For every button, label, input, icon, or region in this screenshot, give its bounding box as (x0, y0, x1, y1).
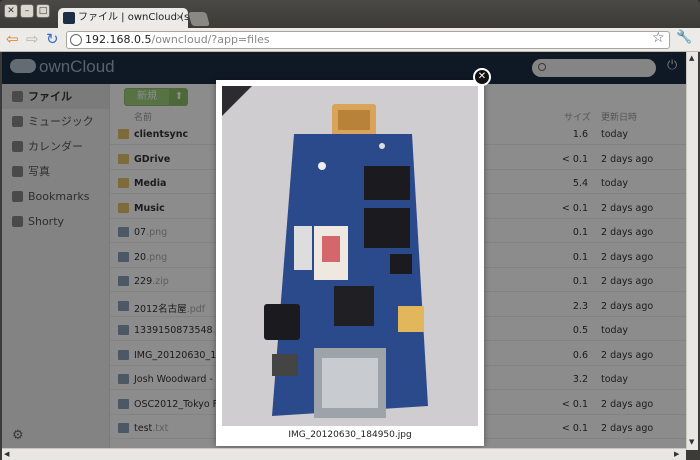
tab-title: ファイル | ownCloud (shibat (78, 12, 188, 23)
minimize-window-icon[interactable]: – (20, 4, 34, 18)
browser-toolbar: ⇦ ⇨ ↻ 192.168.0.5/owncloud/?app=files (0, 28, 700, 52)
globe-icon (70, 34, 82, 46)
address-bar[interactable]: 192.168.0.5/owncloud/?app=files (66, 31, 670, 49)
scroll-down-icon[interactable]: ▼ (689, 438, 694, 446)
owncloud-favicon-icon (63, 12, 75, 24)
tab-close-icon[interactable]: × (176, 8, 184, 28)
vertical-scrollbar[interactable]: ▲ ▼ (686, 52, 698, 450)
maximize-window-icon[interactable]: □ (36, 4, 50, 18)
bookmark-star-icon[interactable]: ☆ (652, 30, 665, 46)
image-lightbox: IMG_20120630_184950.jpg (216, 80, 484, 446)
close-window-icon[interactable]: ✕ (4, 4, 18, 18)
new-tab-button[interactable] (188, 12, 210, 26)
title-bar: ✕ – □ ファイル | ownCloud (shibat × (0, 0, 700, 28)
scroll-up-icon[interactable]: ▲ (689, 54, 694, 62)
horizontal-scrollbar[interactable]: ◀ ▶ (2, 448, 686, 460)
url-host: 192.168.0.5 (85, 33, 152, 46)
reload-icon[interactable]: ↻ (46, 31, 59, 48)
scroll-right-icon[interactable]: ▶ (674, 450, 679, 458)
browser-tab[interactable]: ファイル | ownCloud (shibat × (58, 8, 188, 28)
browser-window: ✕ – □ ファイル | ownCloud (shibat × ⇦ ⇨ ↻ 19… (0, 0, 700, 460)
url-path: /owncloud/?app=files (151, 33, 270, 46)
close-lightbox-icon[interactable]: ✕ (473, 68, 491, 86)
wrench-menu-icon[interactable]: 🔧 (676, 30, 692, 45)
preview-image (222, 86, 478, 426)
forward-arrow-icon[interactable]: ⇨ (26, 31, 39, 48)
image-caption: IMG_20120630_184950.jpg (288, 430, 412, 440)
back-arrow-icon[interactable]: ⇦ (6, 31, 19, 48)
scroll-left-icon[interactable]: ◀ (4, 450, 9, 458)
circuit-board-photo (222, 86, 478, 426)
